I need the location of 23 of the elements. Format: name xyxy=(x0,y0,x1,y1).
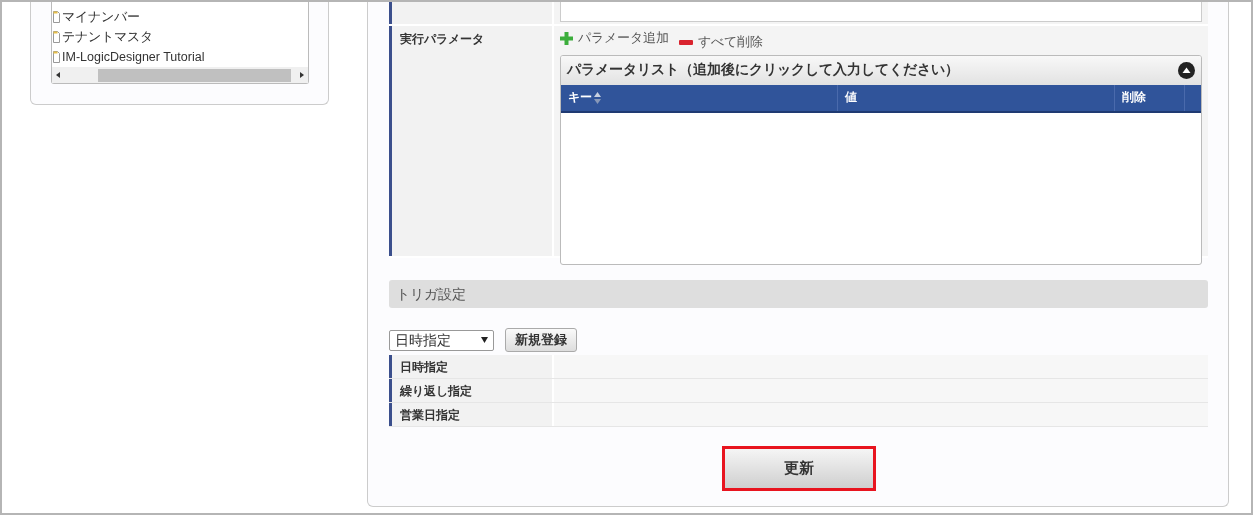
sort-icon[interactable] xyxy=(594,90,601,105)
new-button[interactable]: 新規登録 xyxy=(505,328,577,352)
column-header[interactable]: 値 xyxy=(838,84,1115,111)
plus-icon xyxy=(560,31,573,45)
field-label: 営業日指定 xyxy=(389,403,552,426)
tree-item[interactable]: テナントマスタ xyxy=(62,27,153,47)
section-header: トリガ設定 xyxy=(389,280,1208,308)
grid-title: パラメータリスト（追加後にクリックして入力してください） xyxy=(567,61,959,80)
column-header[interactable]: 削除 xyxy=(1115,84,1185,111)
toolbar-button[interactable]: パラメータ追加 xyxy=(560,29,669,48)
horizontal-scrollbar[interactable] xyxy=(52,67,308,83)
column-header[interactable]: キー xyxy=(561,84,838,111)
dropdown[interactable]: 日時指定 xyxy=(389,329,494,351)
toolbar-button[interactable]: すべて削除 xyxy=(679,33,763,52)
collapse-button[interactable] xyxy=(1178,61,1195,79)
minus-icon xyxy=(679,39,693,45)
update-button[interactable]: 更新 xyxy=(721,446,876,491)
tree-item[interactable]: マイナンバー xyxy=(62,7,140,27)
field-label: 日時指定 xyxy=(389,355,552,378)
tree-item[interactable]: IM-LogicDesigner Tutorial xyxy=(62,47,205,67)
field-label: 実行パラメータ xyxy=(389,26,552,256)
field-label: 繰り返し指定 xyxy=(389,379,552,402)
caret-icon xyxy=(481,337,488,343)
